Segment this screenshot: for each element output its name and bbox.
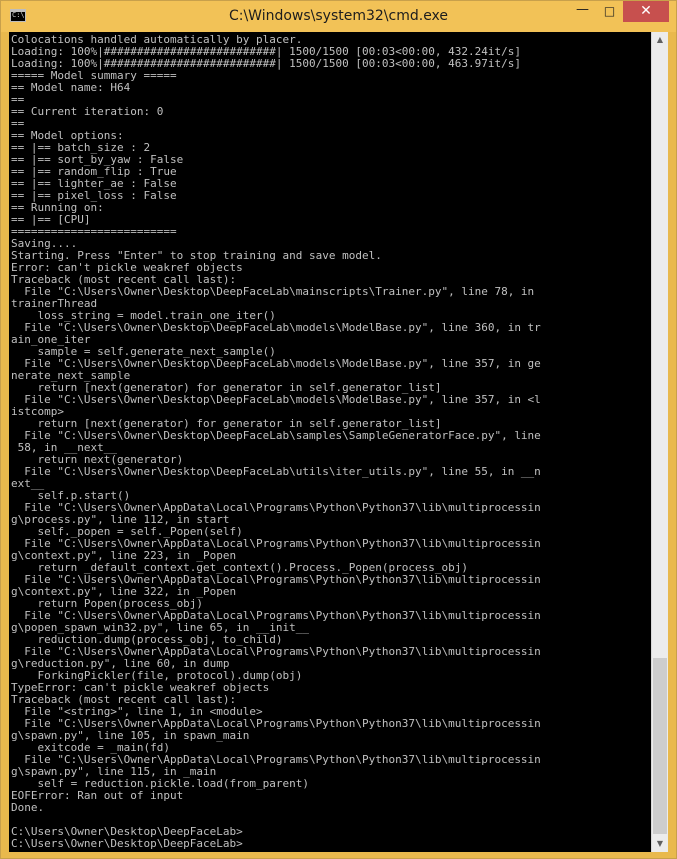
title-bar[interactable]: C:\ C:\Windows\system32\cmd.exe — □ ✕: [1, 1, 676, 32]
close-button[interactable]: ✕: [623, 1, 669, 22]
maximize-button[interactable]: □: [596, 1, 623, 22]
vertical-scrollbar[interactable]: ▲ ▼: [651, 32, 668, 852]
console-output-area[interactable]: Colocations handled automatically by pla…: [9, 32, 651, 852]
console-text[interactable]: Colocations handled automatically by pla…: [9, 32, 651, 850]
scrollbar-thumb[interactable]: [653, 658, 667, 834]
cmd-window: C:\ C:\Windows\system32\cmd.exe — □ ✕ Co…: [0, 0, 677, 859]
scroll-up-arrow-icon[interactable]: ▲: [652, 32, 668, 48]
scroll-down-arrow-icon[interactable]: ▼: [652, 836, 668, 852]
minimize-button[interactable]: —: [569, 1, 596, 22]
